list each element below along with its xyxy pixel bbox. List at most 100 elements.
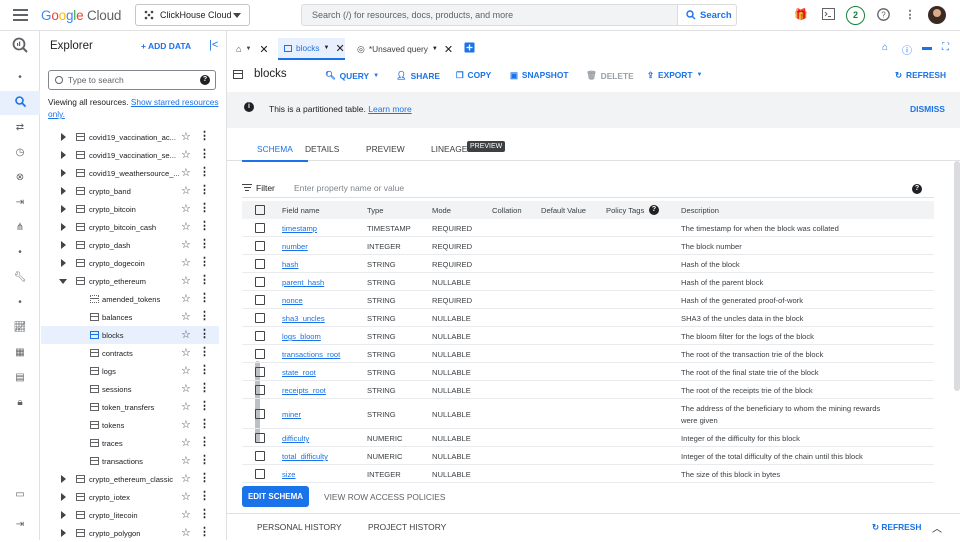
- more-actions-icon[interactable]: ⋮: [199, 219, 210, 232]
- tree-item[interactable]: blocks ☆ ⋮: [41, 326, 219, 344]
- more-actions-icon[interactable]: ⋮: [199, 147, 210, 160]
- tree-item[interactable]: crypto_band ☆ ⋮: [41, 182, 219, 200]
- schema-scrollbar[interactable]: [954, 161, 960, 391]
- capacity-icon[interactable]: ▦: [12, 346, 28, 360]
- close-icon[interactable]: ✕: [335, 42, 344, 55]
- edit-schema-button[interactable]: EDIT SCHEMA: [242, 486, 309, 507]
- star-icon[interactable]: ☆: [181, 490, 191, 503]
- more-actions-icon[interactable]: ⋮: [199, 201, 210, 214]
- notifications-badge[interactable]: 2: [846, 6, 865, 25]
- star-icon[interactable]: ☆: [181, 472, 191, 485]
- delete-button[interactable]: 🗑︎ DELETE: [586, 70, 634, 81]
- chevron-right-icon[interactable]: [61, 241, 66, 249]
- chevron-right-icon[interactable]: [61, 133, 66, 141]
- chevron-right-icon[interactable]: [61, 511, 66, 519]
- keyboard-icon[interactable]: ▬: [922, 42, 932, 53]
- lock-icon[interactable]: 🔒︎: [12, 396, 28, 410]
- help-icon[interactable]: ?: [912, 184, 922, 194]
- help-icon[interactable]: ?: [876, 8, 890, 22]
- tree-item[interactable]: contracts ☆ ⋮: [41, 344, 219, 362]
- more-actions-icon[interactable]: ⋮: [199, 309, 210, 322]
- row-checkbox[interactable]: [255, 223, 265, 233]
- row-checkbox[interactable]: [255, 385, 265, 395]
- google-cloud-logo[interactable]: Google Cloud: [41, 8, 121, 23]
- project-picker[interactable]: ClickHouse Cloud: [135, 4, 250, 26]
- tab-lineage[interactable]: LINEAGE: [431, 144, 467, 154]
- star-icon[interactable]: ☆: [181, 382, 191, 395]
- tree-item[interactable]: crypto_ethereum_classic ☆ ⋮: [41, 470, 219, 488]
- close-icon[interactable]: ✕: [444, 43, 453, 56]
- star-icon[interactable]: ☆: [181, 526, 191, 539]
- tree-item[interactable]: covid19_vaccination_ac... ☆ ⋮: [41, 128, 219, 146]
- row-checkbox[interactable]: [255, 313, 265, 323]
- tab-personal-history[interactable]: PERSONAL HISTORY: [257, 522, 342, 532]
- star-icon[interactable]: ☆: [181, 400, 191, 413]
- chevron-right-icon[interactable]: [61, 223, 66, 231]
- row-checkbox[interactable]: [255, 433, 265, 443]
- field-name-link[interactable]: hash: [282, 260, 298, 269]
- tab-details[interactable]: DETAILS: [305, 144, 339, 154]
- row-checkbox[interactable]: [255, 367, 265, 377]
- more-actions-icon[interactable]: ⋮: [199, 489, 210, 502]
- tab-project-history[interactable]: PROJECT HISTORY: [368, 522, 446, 532]
- tab-preview[interactable]: PREVIEW: [366, 144, 405, 154]
- field-name-link[interactable]: state_root: [282, 368, 316, 377]
- more-actions-icon[interactable]: ⋮: [199, 525, 210, 538]
- tab-unsaved-query[interactable]: ◎ *Unsaved query ▼ ✕: [354, 38, 454, 60]
- star-icon[interactable]: ☆: [181, 292, 191, 305]
- more-actions-icon[interactable]: ⋮: [199, 129, 210, 142]
- row-checkbox[interactable]: [255, 259, 265, 269]
- more-actions-icon[interactable]: ⋮: [199, 507, 210, 520]
- chevron-right-icon[interactable]: [61, 493, 66, 501]
- row-checkbox[interactable]: [255, 241, 265, 251]
- star-icon[interactable]: ☆: [181, 220, 191, 233]
- more-actions-icon[interactable]: ⋮: [199, 471, 210, 484]
- more-actions-icon[interactable]: ⋮: [199, 381, 210, 394]
- home-tab[interactable]: ⌂ ▼ ✕: [227, 38, 275, 60]
- expand-rail-icon[interactable]: ⇥: [12, 518, 28, 532]
- chevron-right-icon[interactable]: [61, 169, 66, 177]
- analytics-hub-icon[interactable]: ⊗: [12, 171, 28, 185]
- tree-item[interactable]: crypto_litecoin ☆ ⋮: [41, 506, 219, 524]
- share-button[interactable]: 👤︎ SHARE: [396, 70, 440, 81]
- star-icon[interactable]: ☆: [181, 184, 191, 197]
- snapshot-button[interactable]: ▣ SNAPSHOT: [510, 70, 568, 80]
- more-actions-icon[interactable]: ⋮: [199, 399, 210, 412]
- tree-item[interactable]: covid19_vaccination_se... ☆ ⋮: [41, 146, 219, 164]
- row-checkbox[interactable]: [255, 277, 265, 287]
- bigquery-logo-icon[interactable]: [12, 37, 28, 53]
- chevron-down-icon[interactable]: [59, 279, 67, 284]
- history-refresh-button[interactable]: ↻ REFRESH: [872, 522, 921, 532]
- star-icon[interactable]: ☆: [181, 274, 191, 287]
- field-name-link[interactable]: parent_hash: [282, 278, 324, 287]
- field-name-link[interactable]: receipts_root: [282, 386, 326, 395]
- main-menu-icon[interactable]: [13, 9, 28, 21]
- star-icon[interactable]: ☆: [181, 508, 191, 521]
- row-checkbox[interactable]: [255, 469, 265, 479]
- field-name-link[interactable]: size: [282, 470, 296, 479]
- explorer-search-input[interactable]: Type to search ?: [48, 70, 216, 90]
- help-icon[interactable]: ?: [200, 75, 210, 85]
- tree-item[interactable]: crypto_iotex ☆ ⋮: [41, 488, 219, 506]
- bi-engine-icon[interactable]: ▤: [12, 371, 28, 385]
- more-actions-icon[interactable]: ⋮: [199, 327, 210, 340]
- copy-button[interactable]: ❐ COPY: [456, 70, 491, 80]
- field-name-link[interactable]: miner: [282, 410, 301, 419]
- dataflow-icon[interactable]: ⇥: [12, 196, 28, 210]
- field-name-link[interactable]: difficulty: [282, 434, 309, 443]
- tree-item[interactable]: covid19_weathersource_... ☆ ⋮: [41, 164, 219, 182]
- more-actions-icon[interactable]: ⋮: [199, 363, 210, 376]
- chevron-up-icon[interactable]: ︿: [932, 520, 942, 535]
- star-icon[interactable]: ☆: [181, 418, 191, 431]
- more-actions-icon[interactable]: ⋮: [199, 255, 210, 268]
- star-icon[interactable]: ☆: [181, 130, 191, 143]
- field-name-link[interactable]: transactions_root: [282, 350, 340, 359]
- star-icon[interactable]: ☆: [181, 256, 191, 269]
- schema-filter[interactable]: Filter Enter property name or value ?: [242, 178, 934, 198]
- gift-icon[interactable]: 🎁: [794, 8, 808, 22]
- more-actions-icon[interactable]: ⋮: [199, 435, 210, 448]
- chevron-right-icon[interactable]: [61, 205, 66, 213]
- add-data-button[interactable]: + ADD DATA: [141, 41, 191, 51]
- wrench-icon[interactable]: 🔧︎: [12, 271, 28, 285]
- search-icon[interactable]: [12, 96, 28, 110]
